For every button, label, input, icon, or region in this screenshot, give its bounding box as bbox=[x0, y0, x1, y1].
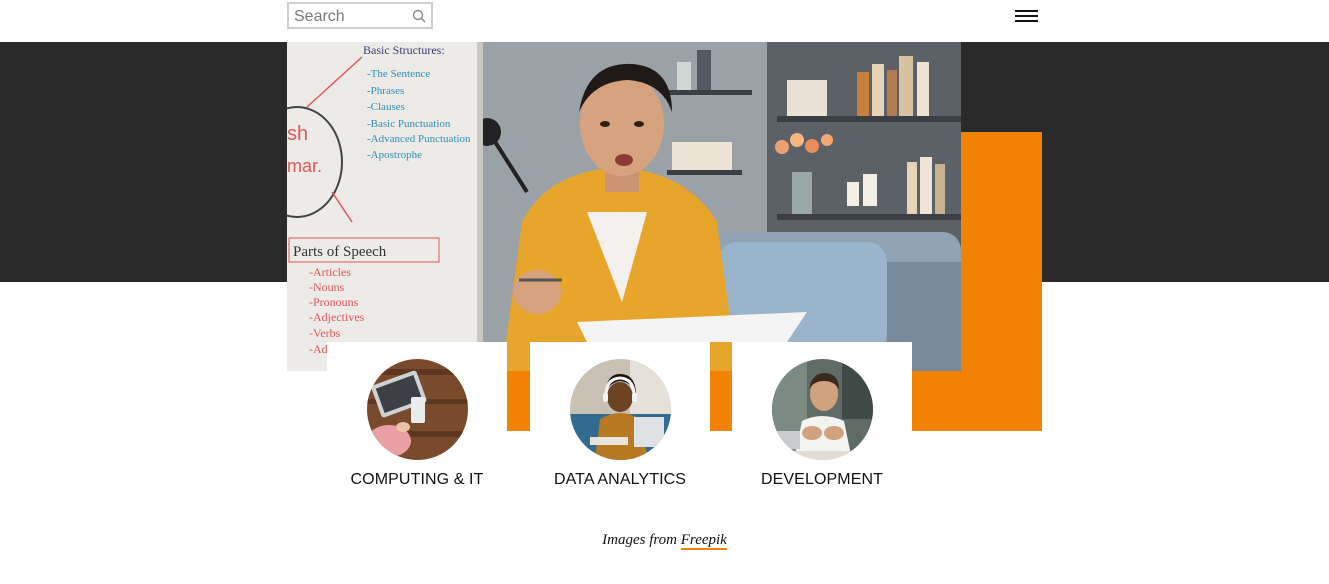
hamburger-line bbox=[1015, 20, 1038, 22]
svg-text:-The Sentence: -The Sentence bbox=[367, 68, 430, 80]
category-label: DATA ANALYTICS bbox=[553, 471, 687, 488]
svg-text:-Pronouns: -Pronouns bbox=[309, 295, 359, 309]
hamburger-line bbox=[1015, 15, 1038, 17]
smiling-man-at-laptop-photo bbox=[772, 359, 873, 460]
category-card-data-analytics[interactable]: DATA ANALYTICS bbox=[530, 342, 710, 507]
svg-text:-Basic Punctuation: -Basic Punctuation bbox=[367, 118, 451, 130]
svg-text:-Articles: -Articles bbox=[309, 265, 351, 279]
search-box[interactable] bbox=[287, 2, 433, 29]
svg-text:-Adjectives: -Adjectives bbox=[309, 310, 365, 324]
category-card-computing[interactable]: COMPUTING & IT bbox=[327, 342, 507, 507]
svg-text:-Ad: -Ad bbox=[309, 342, 328, 356]
svg-text:-Phrases: -Phrases bbox=[367, 85, 404, 97]
svg-text:-Apostrophe: -Apostrophe bbox=[367, 149, 422, 161]
svg-text:Basic Structures:: Basic Structures: bbox=[363, 43, 445, 57]
credit-prefix: Images from bbox=[602, 532, 681, 548]
hamburger-menu-icon[interactable] bbox=[1015, 9, 1039, 25]
category-label: DEVELOPMENT bbox=[760, 471, 883, 488]
svg-text:-Verbs: -Verbs bbox=[309, 326, 341, 340]
svg-text:sh: sh bbox=[287, 123, 308, 145]
student-with-headphones-photo bbox=[570, 359, 671, 460]
category-card-development[interactable]: DEVELOPMENT bbox=[732, 342, 912, 507]
svg-text:-Nouns: -Nouns bbox=[309, 280, 345, 294]
search-input[interactable] bbox=[294, 7, 409, 26]
svg-text:-Advanced Punctuation: -Advanced Punctuation bbox=[367, 133, 471, 145]
laptop-top-view-photo bbox=[367, 359, 468, 460]
svg-text:Parts of Speech: Parts of Speech bbox=[293, 244, 387, 260]
search-icon[interactable] bbox=[412, 9, 426, 23]
svg-text:mar.: mar. bbox=[287, 156, 322, 176]
category-label: COMPUTING & IT bbox=[350, 471, 484, 488]
hero-photo: Basic Structures: -The Sentence -Phrases… bbox=[287, 42, 961, 371]
freepik-link[interactable]: Freepik bbox=[680, 532, 727, 550]
svg-text:-Clauses: -Clauses bbox=[367, 101, 405, 113]
hamburger-line bbox=[1015, 10, 1038, 12]
image-credit: Images from Freepik bbox=[0, 532, 1329, 550]
